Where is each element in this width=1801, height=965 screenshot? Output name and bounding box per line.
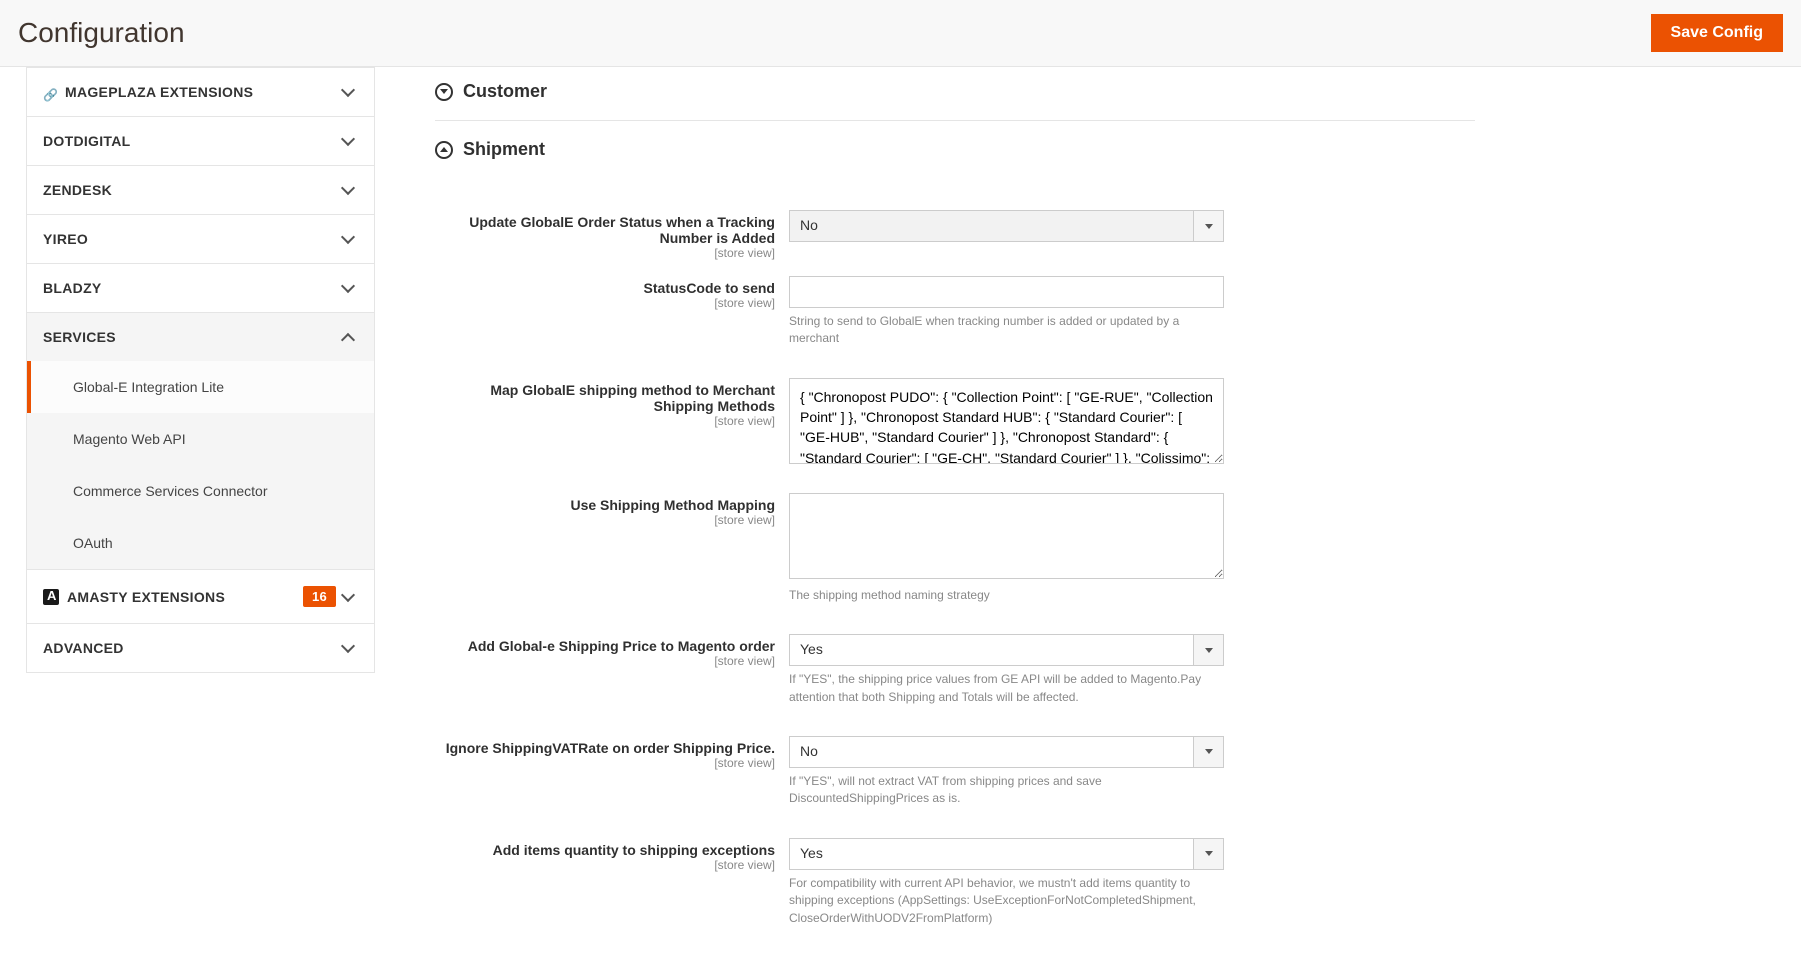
add-price-select[interactable]: Yes xyxy=(789,634,1224,666)
field-add-price: Add Global-e Shipping Price to Magento o… xyxy=(435,626,1475,714)
sidebar-label: DOTDIGITAL xyxy=(43,133,131,149)
scope-label: [store view] xyxy=(435,654,775,668)
chevron-down-icon xyxy=(342,86,354,98)
field-label: Map GlobalE shipping method to Merchant … xyxy=(490,382,775,414)
use-mapping-textarea[interactable] xyxy=(789,493,1224,579)
count-badge: 16 xyxy=(303,586,336,607)
expand-icon xyxy=(435,141,453,159)
sidebar-item-commerce[interactable]: Commerce Services Connector xyxy=(27,465,374,517)
sidebar-label: BLADZY xyxy=(43,280,102,296)
status-code-input[interactable] xyxy=(789,276,1224,308)
sidebar-section-mageplaza[interactable]: 🔗 MAGEPLAZA EXTENSIONS xyxy=(26,67,375,117)
dropdown-arrow-icon xyxy=(1193,635,1223,665)
ignore-vat-select[interactable]: No xyxy=(789,736,1224,768)
field-label: Update GlobalE Order Status when a Track… xyxy=(469,214,775,246)
field-add-qty: Add items quantity to shipping exception… xyxy=(435,830,1475,935)
section-customer[interactable]: Customer xyxy=(435,53,1475,121)
sidebar-section-bladzy[interactable]: BLADZY xyxy=(26,264,375,313)
dropdown-arrow-icon xyxy=(1193,737,1223,767)
page-title: Configuration xyxy=(18,17,185,49)
chevron-down-icon xyxy=(342,233,354,245)
field-label: Ignore ShippingVATRate on order Shipping… xyxy=(446,740,775,756)
chevron-down-icon xyxy=(342,591,354,603)
sidebar-label: YIREO xyxy=(43,231,88,247)
sidebar-item-globale[interactable]: Global-E Integration Lite xyxy=(27,361,374,413)
chevron-down-icon xyxy=(342,282,354,294)
scope-label: [store view] xyxy=(435,858,775,872)
chevron-up-icon xyxy=(342,331,354,343)
dropdown-arrow-icon xyxy=(1193,839,1223,869)
add-qty-select[interactable]: Yes xyxy=(789,838,1224,870)
map-shipping-textarea[interactable] xyxy=(789,378,1224,464)
field-note: If "YES", the shipping price values from… xyxy=(789,671,1224,706)
field-label: Add items quantity to shipping exception… xyxy=(493,842,775,858)
scope-label: [store view] xyxy=(435,296,775,310)
scope-label: [store view] xyxy=(435,513,775,527)
config-sidebar: 🔗 MAGEPLAZA EXTENSIONS DOTDIGITAL ZENDESK… xyxy=(0,67,375,965)
sidebar-section-yireo[interactable]: YIREO xyxy=(26,215,375,264)
sidebar-section-dotdigital[interactable]: DOTDIGITAL xyxy=(26,117,375,166)
scope-label: [store view] xyxy=(435,414,775,428)
chevron-down-icon xyxy=(342,135,354,147)
sidebar-section-zendesk[interactable]: ZENDESK xyxy=(26,166,375,215)
field-ignore-vat: Ignore ShippingVATRate on order Shipping… xyxy=(435,728,1475,816)
field-status-code: StatusCode to send [store view] String t… xyxy=(435,268,1475,356)
field-note: String to send to GlobalE when tracking … xyxy=(789,313,1224,348)
sidebar-item-webapi[interactable]: Magento Web API xyxy=(27,413,374,465)
sidebar-section-amasty[interactable]: AMASTY EXTENSIONS 16 xyxy=(26,570,375,624)
sidebar-label: ADVANCED xyxy=(43,640,124,656)
config-content: Customer Shipment Update GlobalE Order S… xyxy=(375,67,1505,965)
field-label: StatusCode to send xyxy=(644,280,775,296)
sidebar-section-advanced[interactable]: ADVANCED xyxy=(26,624,375,673)
dropdown-arrow-icon xyxy=(1193,211,1223,241)
scope-label: [store view] xyxy=(435,756,775,770)
field-use-mapping: Use Shipping Method Mapping [store view]… xyxy=(435,485,1475,612)
scope-label: [store view] xyxy=(435,246,775,260)
collapse-icon xyxy=(435,83,453,101)
section-title: Customer xyxy=(463,81,547,102)
save-config-button[interactable]: Save Config xyxy=(1651,14,1783,52)
section-shipment[interactable]: Shipment xyxy=(435,121,1475,178)
update-status-select[interactable]: No xyxy=(789,210,1224,242)
field-map-shipping: Map GlobalE shipping method to Merchant … xyxy=(435,370,1475,475)
sidebar-label: SERVICES xyxy=(43,329,116,345)
field-label: Use Shipping Method Mapping xyxy=(570,497,775,513)
sidebar-label: MAGEPLAZA EXTENSIONS xyxy=(65,84,253,100)
sidebar-section-services[interactable]: SERVICES Global-E Integration Lite Magen… xyxy=(26,313,375,570)
sidebar-item-oauth[interactable]: OAuth xyxy=(27,517,374,569)
sidebar-label: ZENDESK xyxy=(43,182,112,198)
field-note: If "YES", will not extract VAT from ship… xyxy=(789,773,1224,808)
chevron-down-icon xyxy=(342,184,354,196)
section-title: Shipment xyxy=(463,139,545,160)
field-label: Add Global-e Shipping Price to Magento o… xyxy=(468,638,775,654)
amasty-icon xyxy=(43,589,59,605)
chevron-down-icon xyxy=(342,642,354,654)
field-note: The shipping method naming strategy xyxy=(789,587,1224,604)
sidebar-label: AMASTY EXTENSIONS xyxy=(67,589,225,605)
link-icon: 🔗 xyxy=(43,88,57,96)
field-note: For compatibility with current API behav… xyxy=(789,875,1224,927)
field-update-status: Update GlobalE Order Status when a Track… xyxy=(435,202,1475,268)
